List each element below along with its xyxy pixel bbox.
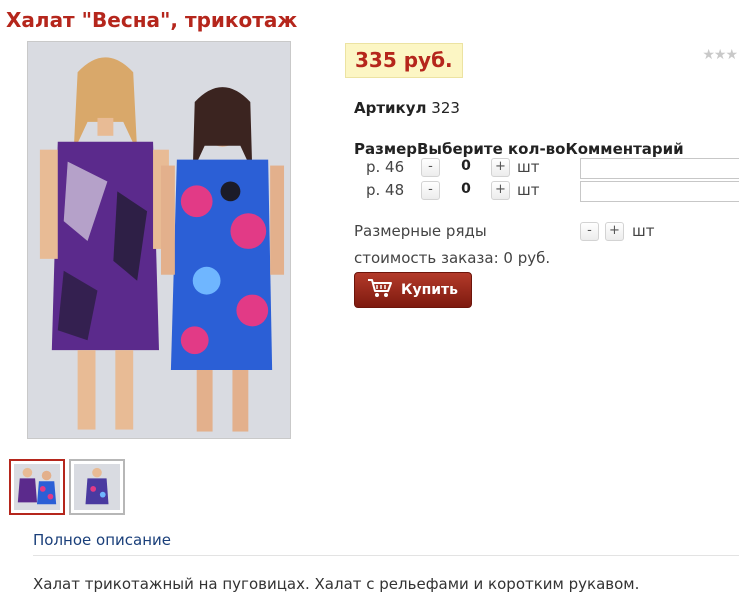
sku-value: 323: [431, 99, 460, 117]
size-rows-unit: шт: [632, 222, 655, 240]
qty-plus-button[interactable]: +: [491, 181, 510, 200]
price: 335 руб.: [345, 43, 463, 78]
qty-minus-button[interactable]: -: [421, 181, 440, 200]
qty-minus-button[interactable]: -: [421, 158, 440, 177]
thumbnail-image: [74, 464, 120, 510]
size-label: р. 48: [366, 181, 405, 199]
sku: Артикул 323: [354, 99, 460, 117]
thumbnail-2[interactable]: [69, 459, 125, 515]
size-rows-label: Размерные ряды: [354, 222, 487, 240]
size-rows-stepper: - + шт: [580, 222, 700, 242]
sku-label: Артикул: [354, 99, 427, 117]
thumbnail-image: [14, 464, 60, 510]
size-rows-plus-button[interactable]: +: [605, 222, 624, 241]
size-table-header: РазмерВыберите кол-воКомментарий: [354, 140, 684, 158]
cart-icon: [367, 278, 393, 302]
qty-value[interactable]: 0: [455, 181, 477, 197]
qty-value[interactable]: 0: [455, 158, 477, 174]
product-description: Халат трикотажный на пуговицах. Халат с …: [33, 575, 640, 593]
buy-button[interactable]: Купить: [354, 272, 472, 308]
product-title: Халат "Весна", трикотаж: [6, 8, 298, 32]
size-rows-minus-button[interactable]: -: [580, 222, 599, 241]
full-description-link[interactable]: Полное описание: [33, 531, 171, 549]
divider: [33, 555, 739, 556]
size-label: р. 46: [366, 158, 405, 176]
qty-plus-button[interactable]: +: [491, 158, 510, 177]
qty-unit: шт: [517, 158, 540, 176]
product-main-photo[interactable]: [27, 41, 291, 439]
comment-input-48[interactable]: [580, 181, 739, 202]
product-photo-image: [28, 42, 290, 438]
qty-unit: шт: [517, 181, 540, 199]
thumbnail-1[interactable]: [9, 459, 65, 515]
rating-stars[interactable]: ★★★: [702, 47, 738, 63]
buy-button-label: Купить: [401, 282, 459, 298]
order-cost: стоимость заказа: 0 руб.: [354, 249, 551, 267]
comment-input-46[interactable]: [580, 158, 739, 179]
